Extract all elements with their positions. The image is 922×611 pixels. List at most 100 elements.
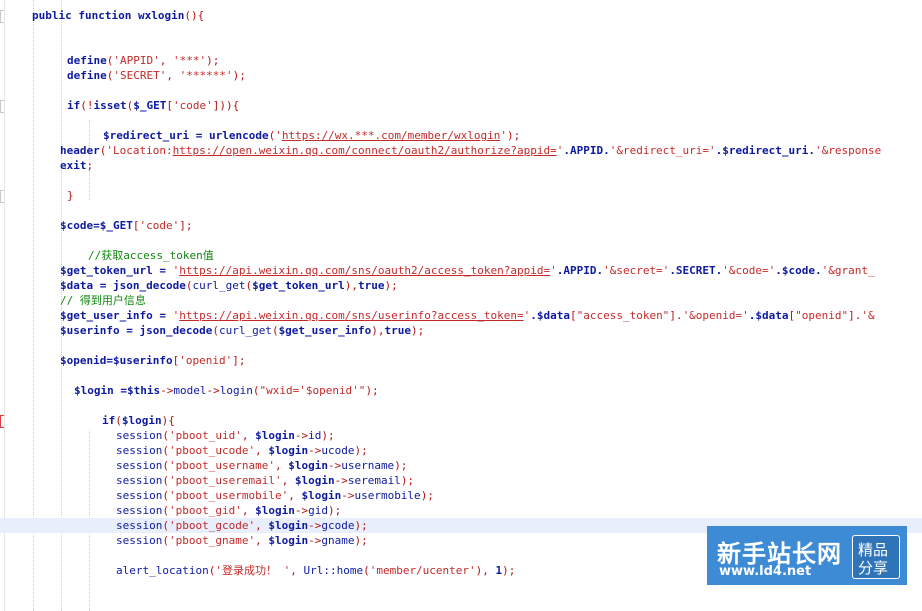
code-token: https://api.weixin.qq.com/sns/oauth2/acc…: [179, 264, 551, 277]
code-token: $login: [255, 429, 295, 442]
code-token: $login: [121, 414, 162, 427]
code-token: '***': [172, 54, 207, 67]
code-token: (: [162, 534, 169, 547]
code-token: '&: [861, 309, 875, 322]
watermark-badge-bottom: 分享: [858, 559, 889, 577]
code-token: "access_token": [576, 309, 670, 322]
code-token: https://wx.***.com/member/wxlogin: [281, 129, 501, 142]
code-line: public function wxlogin(){: [32, 8, 204, 23]
code-token: ->: [206, 384, 220, 397]
code-token: 'Location:: [106, 144, 173, 157]
code-token: https://open.weixin.qq.com/connect/oauth…: [172, 144, 557, 157]
code-token: session: [116, 534, 163, 547]
code-token: $login: [301, 489, 342, 502]
code-token: ->: [327, 459, 342, 472]
code-line: session('pboot_gname', $login->gname);: [116, 533, 368, 548]
code-token: (!: [80, 99, 94, 112]
code-token: username: [341, 459, 395, 472]
code-token: id: [308, 429, 322, 442]
code-token: "openid": [795, 309, 849, 322]
code-token: ];: [179, 219, 193, 232]
code-token: $login =$this: [74, 384, 161, 397]
code-token: 'openid': [179, 354, 233, 367]
code-token: ->: [294, 429, 309, 442]
code-token: curl_get: [218, 324, 272, 337]
code-token: ': [500, 129, 507, 142]
code-line: session('pboot_useremail', $login->serem…: [116, 473, 414, 488]
code-token: $login: [268, 444, 309, 457]
code-token: $_GET: [133, 99, 167, 112]
code-token: .$data: [530, 309, 570, 322]
code-token: if: [102, 414, 116, 427]
code-token: (: [162, 459, 169, 472]
code-editor[interactable]: public function wxlogin(){define('APPID'…: [0, 0, 922, 611]
code-token: $login: [288, 459, 328, 472]
watermark-url: www.ld4.net: [719, 564, 812, 579]
code-token: ,: [166, 69, 180, 82]
code-token: );: [384, 279, 398, 292]
code-token: "wxid='$openid'": [259, 384, 366, 397]
code-token: .SECRET.: [669, 264, 723, 277]
code-token: .APPID.: [563, 144, 610, 157]
code-token: define: [67, 69, 107, 82]
code-token: ;: [86, 159, 94, 172]
code-token: ucode: [321, 444, 355, 457]
code-token: );: [394, 459, 408, 472]
code-token: $login: [268, 534, 309, 547]
code-token: ,: [241, 429, 256, 442]
code-token: ->: [308, 534, 322, 547]
code-token: (: [115, 414, 122, 427]
code-token: 'pboot_ucode': [168, 444, 256, 457]
code-token: login: [219, 384, 253, 397]
code-token: session: [116, 489, 163, 502]
code-line: if($login){: [102, 413, 175, 428]
code-token: ,: [159, 54, 173, 67]
code-token: exit: [60, 159, 87, 172]
code-token: ': [275, 129, 282, 142]
code-token: session: [116, 519, 163, 532]
code-token: $login: [268, 519, 309, 532]
code-token: usermobile: [354, 489, 421, 502]
code-token: );: [232, 69, 246, 82]
code-token: [: [569, 309, 577, 322]
code-token: .$redirect_uri.: [715, 144, 816, 157]
code-token: session: [116, 504, 163, 517]
code-token: Url::home: [303, 564, 364, 577]
code-token: header: [60, 144, 100, 157]
code-token: public function wxlogin: [32, 9, 185, 22]
code-line: define('SECRET', '******');: [67, 68, 246, 83]
code-token: }: [67, 189, 74, 202]
code-line: session('pboot_gid', $login->gid);: [116, 503, 341, 518]
code-token: $login: [255, 504, 295, 517]
code-line: }: [67, 188, 74, 203]
code-token: 'pboot_gname': [168, 534, 256, 547]
code-token: ->: [334, 474, 348, 487]
code-token: ,: [255, 534, 269, 547]
code-token: );: [365, 384, 379, 397]
code-token: $get_token_url: [252, 279, 345, 292]
code-token: (: [162, 519, 169, 532]
code-token: );: [354, 444, 368, 457]
code-token: '&code=': [722, 264, 776, 277]
code-token: );: [411, 324, 425, 337]
code-token: gcode: [321, 519, 355, 532]
code-token: model: [173, 384, 207, 397]
code-token: (: [363, 564, 370, 577]
code-token: $code=$_GET: [60, 219, 133, 232]
code-token: ->: [308, 519, 322, 532]
code-token: );: [321, 429, 335, 442]
code-token: 'code': [173, 99, 213, 112]
code-token: gid: [308, 504, 328, 517]
code-token: $data = json_decode: [60, 279, 186, 292]
code-token: (: [162, 489, 169, 502]
code-token: ].: [669, 309, 683, 322]
code-token: ];: [232, 354, 246, 367]
code-token: '&grant_: [821, 264, 875, 277]
code-token: .$code.: [775, 264, 822, 277]
code-token: );: [502, 564, 516, 577]
code-line: session('pboot_username', $login->userna…: [116, 458, 407, 473]
code-lines: public function wxlogin(){define('APPID'…: [0, 0, 922, 611]
code-line: $get_user_info = 'https://api.weixin.qq.…: [60, 308, 875, 323]
code-token: ),: [344, 279, 359, 292]
code-line: session('pboot_uid', $login->id);: [116, 428, 335, 443]
